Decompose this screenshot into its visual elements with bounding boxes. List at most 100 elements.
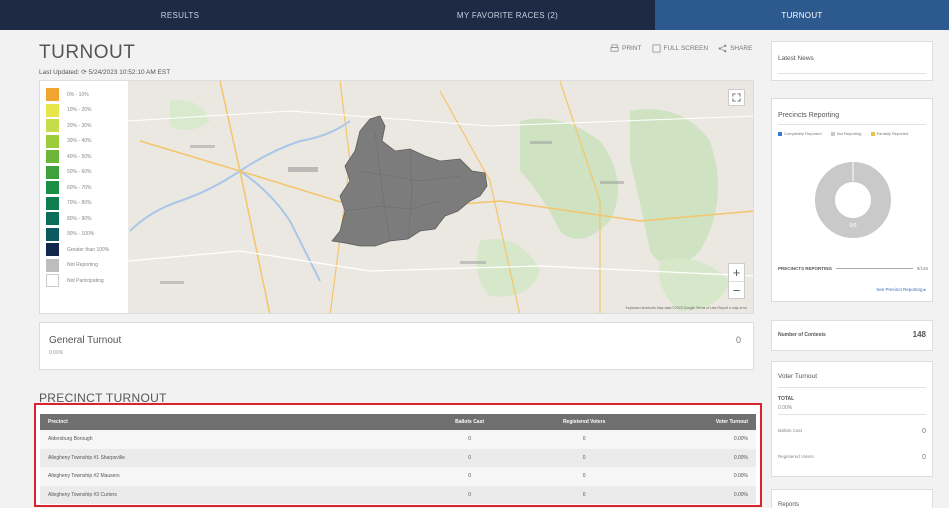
see-precinct-reporting-link[interactable]: See Precinct Reporting ▸: [876, 287, 926, 293]
legend-swatch: [46, 243, 59, 257]
legend-swatch: [46, 134, 59, 148]
tab-results[interactable]: RESULTS: [0, 0, 360, 30]
map-zoom-controls: + −: [728, 263, 745, 299]
legend-item: 10% - 20%: [46, 103, 128, 119]
registered-voters-row: Registered Voters 0: [778, 454, 926, 461]
registered-voters: 0: [526, 485, 642, 504]
divider: [778, 73, 926, 74]
table-row[interactable]: Allegheny Township #2 Mausers 0 0 0.00%: [40, 467, 756, 486]
legend-label: 80% - 90%: [67, 215, 92, 222]
table-row[interactable]: Aldersburg Borough 0 0 0.00%: [40, 430, 756, 449]
precincts-reporting-value: 0/145: [916, 266, 928, 271]
legend-swatch: [46, 227, 59, 241]
legend-item: Partially Reported: [870, 131, 909, 136]
table-row[interactable]: Allegheny Township #1 Sharpsville 0 0 0.…: [40, 448, 756, 467]
zoom-out-button[interactable]: −: [729, 281, 744, 298]
legend-label: Not Reporting: [67, 262, 98, 269]
map-background: [40, 81, 753, 313]
column-header-precinct[interactable]: Precinct: [40, 414, 413, 430]
legend-swatch: [46, 103, 59, 117]
legend-item: 20% - 30%: [46, 118, 128, 134]
legend-label: 70% - 80%: [67, 200, 92, 207]
map-fullscreen-button[interactable]: [728, 89, 745, 106]
legend-label: 0% - 10%: [67, 91, 89, 98]
print-button[interactable]: PRINT: [610, 44, 642, 53]
voter-turnout: 0.00%: [641, 485, 756, 504]
donut-center-label: 0/0: [850, 223, 857, 229]
divider: [836, 268, 913, 269]
legend-item: 70% - 80%: [46, 196, 128, 212]
latest-news-card[interactable]: Latest News: [771, 41, 933, 81]
zoom-in-button[interactable]: +: [729, 264, 744, 281]
legend-swatch: [46, 150, 59, 164]
voter-turnout-total-label: TOTAL: [778, 396, 795, 402]
legend-swatch: [830, 131, 835, 136]
legend-label: 10% - 20%: [67, 107, 92, 114]
precinct-name: Allegheny Township #3 Curters: [40, 485, 413, 504]
last-updated: Last Updated: ⟳ 5/24/2023 10:52:10 AM ES…: [39, 69, 171, 76]
legend-label: 40% - 50%: [67, 153, 92, 160]
column-header-voter-turnout[interactable]: Voter Turnout: [641, 414, 756, 430]
legend-item: Greater than 100%: [46, 242, 128, 258]
general-turnout-title: General Turnout: [49, 335, 122, 346]
legend-item: 50% - 60%: [46, 165, 128, 181]
ballots-cast-value: 0: [922, 428, 926, 435]
tab-my-favorite-races[interactable]: MY FAVORITE RACES (2): [360, 0, 655, 30]
precincts-reporting-donut: 0/0: [815, 161, 891, 238]
general-turnout-card: General Turnout 0.00% 0: [39, 322, 754, 370]
voter-turnout: 0.00%: [641, 467, 756, 486]
full-screen-icon: [652, 44, 660, 53]
column-header-registered-voters[interactable]: Registered Voters: [526, 414, 642, 430]
reports-title: Reports: [778, 502, 800, 508]
precinct-turnout-table: Precinct Ballots Cast Registered Voters …: [40, 414, 756, 504]
map-legend: 0% - 10% 10% - 20% 20% - 30% 30% - 40% 4…: [40, 81, 128, 313]
reports-card[interactable]: Reports: [771, 489, 933, 508]
legend-item: 0% - 10%: [46, 87, 128, 103]
full-screen-button[interactable]: FULL SCREEN: [652, 44, 708, 53]
precincts-reporting-summary: PRECINCTS REPORTING 0/145: [778, 266, 928, 271]
table-row[interactable]: Allegheny Township #3 Curters 0 0 0.00%: [40, 485, 756, 504]
legend-swatch: [46, 196, 59, 210]
precinct-name: Allegheny Township #2 Mausers: [40, 467, 413, 486]
legend-swatch: [778, 131, 782, 136]
divider: [778, 124, 926, 125]
latest-news-title: Latest News: [778, 55, 814, 62]
number-of-contests-value: 148: [912, 330, 926, 339]
voter-turnout-title: Voter Turnout: [778, 373, 818, 380]
legend-item: Not Participating: [46, 273, 128, 289]
number-of-contests-card[interactable]: Number of Contests 148: [771, 320, 933, 351]
precinct-name: Allegheny Township #1 Sharpsville: [40, 448, 413, 467]
legend-item: 40% - 50%: [46, 149, 128, 165]
legend-swatch: [870, 131, 875, 136]
legend-label: Completely Reported: [784, 131, 822, 136]
legend-item: 60% - 70%: [46, 180, 128, 196]
column-header-ballots-cast[interactable]: Ballots Cast: [412, 414, 527, 430]
legend-item: Not Reporting: [830, 131, 862, 136]
registered-voters-value: 0: [922, 454, 926, 461]
voter-turnout: 0.00%: [641, 448, 756, 467]
share-button[interactable]: SHARE: [718, 44, 752, 53]
registered-voters-label: Registered Voters: [778, 454, 814, 459]
legend-label: 90% - 100%: [67, 231, 95, 238]
tab-turnout[interactable]: TURNOUT: [655, 0, 949, 30]
page-toolbar: PRINT FULL SCREEN SHARE: [610, 44, 752, 53]
precincts-reporting-title: Precincts Reporting: [778, 112, 840, 119]
legend-item: 30% - 40%: [46, 134, 128, 150]
ballots-cast-label: Ballots Cast: [778, 428, 803, 433]
print-icon: [610, 44, 619, 52]
ballots-cast: 0: [412, 430, 527, 449]
turnout-map[interactable]: 0% - 10% 10% - 20% 20% - 30% 30% - 40% 4…: [39, 80, 754, 314]
map-attribution[interactable]: Keyboard shortcuts Map data ©2023 Google…: [626, 306, 747, 310]
precincts-reporting-label: PRECINCTS REPORTING: [778, 266, 833, 271]
legend-label: Not Reporting: [836, 131, 862, 136]
expand-icon: [732, 93, 741, 102]
legend-label: Greater than 100%: [67, 246, 110, 253]
voter-turnout: 0.00%: [641, 430, 756, 449]
legend-swatch: [46, 258, 59, 272]
legend-label: 50% - 60%: [67, 169, 92, 176]
legend-swatch: [46, 181, 59, 195]
legend-label: Partially Reported: [876, 131, 909, 136]
legend-item: 80% - 90%: [46, 211, 128, 227]
ballots-cast: 0: [412, 448, 527, 467]
legend-swatch: [46, 119, 59, 133]
